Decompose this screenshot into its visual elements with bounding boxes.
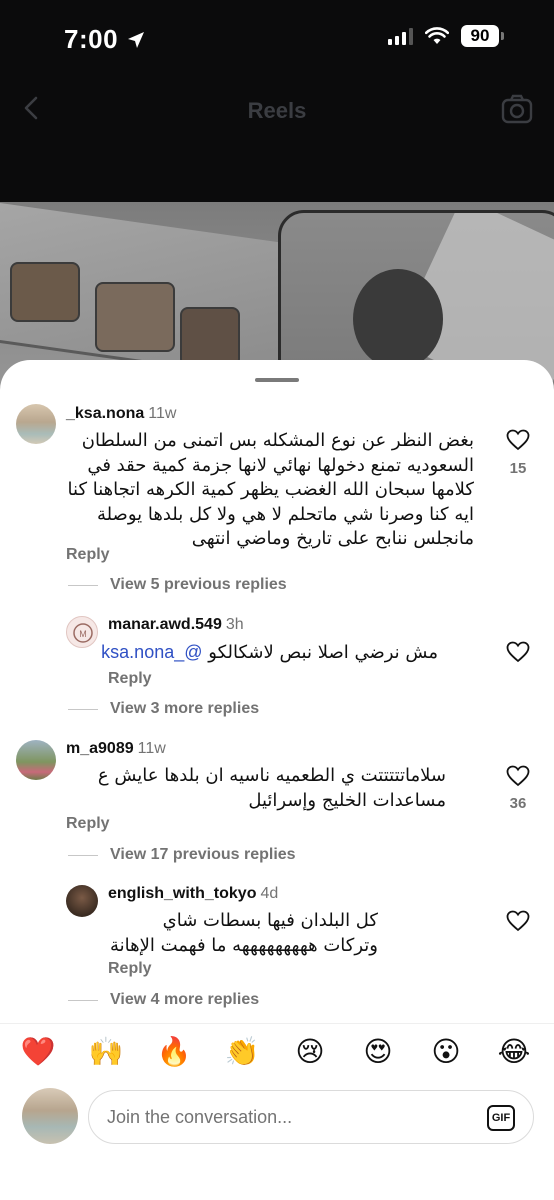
cellular-signal-icon (388, 27, 413, 45)
comment-time: 11w (148, 405, 177, 422)
view-replies-label: View 5 previous replies (110, 576, 287, 593)
comment-text: كل البلدان فيها بسطات شاي وتركات ههههههه… (109, 910, 378, 956)
view-replies-button[interactable]: View 5 previous replies (68, 576, 287, 594)
comment-text: بغض النظر عن نوع المشكله بس اتمنى من الس… (67, 430, 474, 549)
emoji-quick-bar: ❤️ 🙌 🔥 👏 😢 😍 😮 😂 (0, 1035, 554, 1075)
heart-emoji-button[interactable]: ❤️ (18, 1035, 58, 1068)
avatar[interactable] (16, 404, 56, 444)
reply-button[interactable]: Reply (66, 546, 110, 564)
location-arrow-icon (128, 31, 145, 48)
comment-time: 4d (260, 885, 279, 902)
like-count: 15 (509, 460, 527, 477)
surprised-emoji-button[interactable]: 😮 (426, 1035, 466, 1068)
comment-username[interactable]: manar.awd.549 (108, 616, 222, 633)
gif-button[interactable]: GIF (487, 1105, 515, 1131)
clapping-emoji-button[interactable]: 👏 (222, 1035, 262, 1068)
comments-sheet: _ksa.nona 11w بغض النظر عن نوع المشكله بس… (0, 360, 554, 1200)
like-count: 36 (509, 795, 527, 812)
page-title: Reels (247, 98, 307, 123)
laughing-emoji-button[interactable]: 😂 (494, 1035, 534, 1068)
view-replies-button[interactable]: View 4 more replies (68, 991, 259, 1009)
avatar[interactable] (16, 740, 56, 780)
heart-icon[interactable] (506, 429, 530, 451)
comment-input[interactable]: Join the conversation... GIF (88, 1090, 534, 1144)
heart-icon[interactable] (506, 765, 530, 787)
comment-header: manar.awd.549 3h (108, 616, 244, 634)
reply-button[interactable]: Reply (108, 960, 152, 978)
drag-handle[interactable] (255, 378, 299, 382)
comment-header: english_with_tokyo 4d (108, 885, 278, 903)
view-replies-label: View 17 previous replies (110, 846, 296, 863)
view-replies-label: View 4 more replies (110, 991, 260, 1008)
heart-eyes-emoji-button[interactable]: 😍 (358, 1035, 398, 1068)
reply-button[interactable]: Reply (108, 670, 152, 688)
comment-header: _ksa.nona 11w (66, 405, 176, 423)
avatar[interactable]: M (66, 616, 98, 648)
comment-time: 11w (137, 740, 166, 757)
fire-emoji-button[interactable]: 🔥 (154, 1035, 194, 1068)
current-user-avatar (22, 1088, 78, 1144)
crying-emoji-button[interactable]: 😢 (290, 1035, 330, 1068)
comment-text: مش نرضي اصلا نبص لاشكالكو @_ksa.nona (101, 640, 438, 666)
status-time-text: 7:00 (64, 24, 119, 54)
raised-hands-emoji-button[interactable]: 🙌 (86, 1035, 126, 1068)
mention-link[interactable]: @_ksa.nona (101, 642, 202, 662)
wifi-icon (425, 27, 449, 44)
view-replies-button[interactable]: View 17 previous replies (68, 846, 296, 864)
avatar[interactable] (66, 885, 98, 917)
camera-icon[interactable] (500, 92, 534, 126)
comment-username[interactable]: english_with_tokyo (108, 885, 256, 902)
reels-header: Reels (0, 78, 554, 202)
svg-text:M: M (79, 629, 87, 639)
battery-level: 90 (461, 25, 499, 47)
heart-icon[interactable] (506, 641, 530, 663)
divider (0, 1023, 554, 1024)
view-replies-button[interactable]: View 3 more replies (68, 700, 259, 718)
comment-body: مش نرضي اصلا نبص لاشكالكو (208, 642, 438, 663)
comment-header: m_a9089 11w (66, 740, 166, 758)
view-replies-label: View 3 more replies (110, 700, 260, 717)
comment-text: سلاماتتتتتت ي الطعميه ناسيه ان بلدها عاي… (97, 765, 446, 811)
status-time: 7:00 (64, 24, 146, 55)
comment-username[interactable]: _ksa.nona (66, 405, 144, 422)
reply-button[interactable]: Reply (66, 815, 110, 833)
heart-icon[interactable] (506, 910, 530, 932)
battery-icon: 90 (461, 25, 504, 47)
status-bar: 7:00 90 (0, 0, 554, 78)
comment-input-placeholder: Join the conversation... (107, 1107, 293, 1127)
comment-username[interactable]: m_a9089 (66, 740, 134, 757)
comment-time: 3h (225, 616, 244, 633)
